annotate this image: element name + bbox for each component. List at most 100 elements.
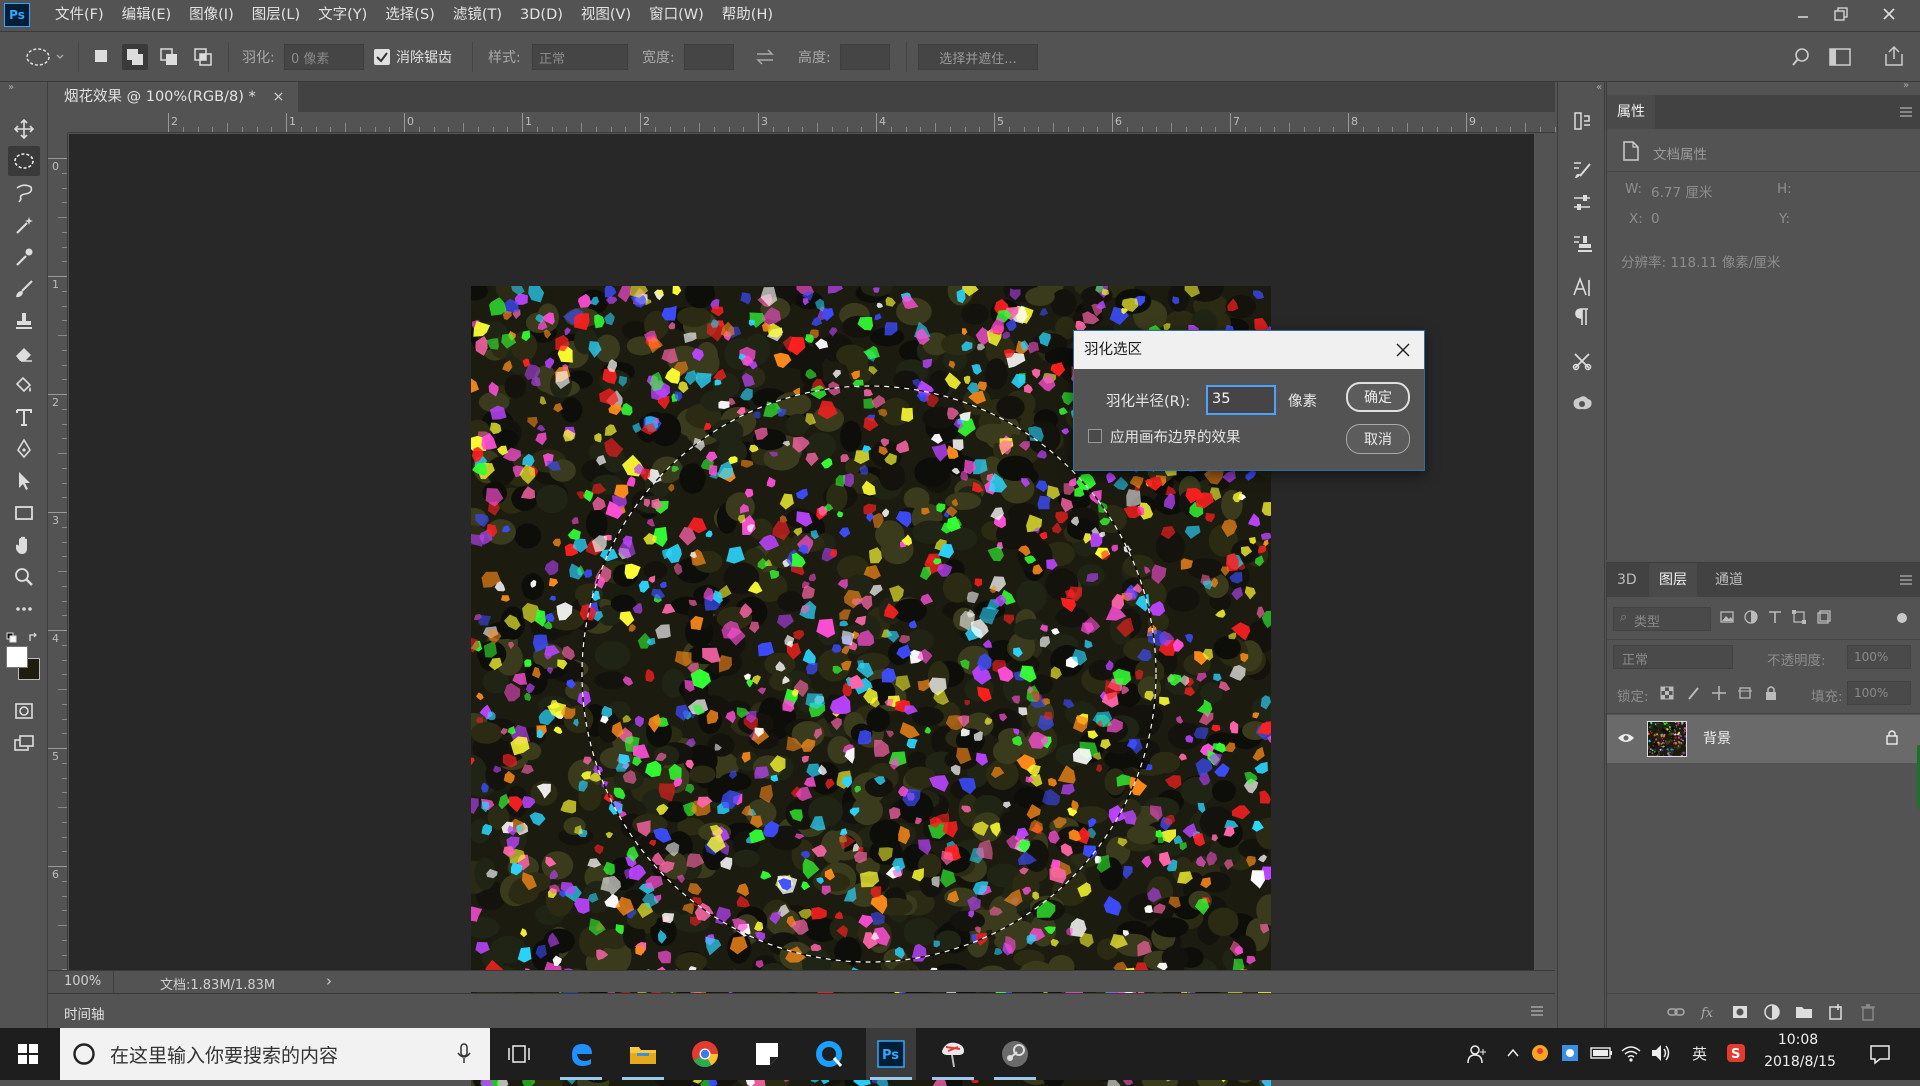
file-explorer-icon[interactable] xyxy=(618,1028,668,1080)
character-panel-icon[interactable] xyxy=(1566,272,1598,302)
wifi-icon[interactable] xyxy=(1620,1043,1642,1063)
clock-date[interactable]: 2018/8/15 xyxy=(1760,1054,1840,1070)
x-prop-value[interactable]: 0 xyxy=(1651,211,1660,227)
foreground-color-swatch[interactable] xyxy=(6,646,28,668)
chrome-icon[interactable] xyxy=(680,1028,730,1080)
new-group-icon[interactable] xyxy=(1795,1003,1813,1021)
taskbar-search-box[interactable]: 在这里输入你要搜索的内容 xyxy=(60,1028,490,1080)
fill-input[interactable]: 100% xyxy=(1847,681,1911,705)
paragraph-panel-icon[interactable] xyxy=(1566,302,1598,332)
close-icon[interactable] xyxy=(1866,0,1912,28)
action-center-icon[interactable] xyxy=(1868,1042,1892,1066)
filter-smart-object-icon[interactable] xyxy=(1815,609,1831,625)
menu-file[interactable]: 文件(F) xyxy=(46,0,113,31)
document-tab[interactable]: 烟花效果 @ 100%(RGB/8) * × xyxy=(50,82,298,112)
battery-icon[interactable] xyxy=(1590,1045,1614,1061)
adjustments-panel-icon[interactable] xyxy=(1566,188,1598,218)
tab-channels[interactable]: 通道 xyxy=(1705,563,1753,597)
microphone-icon[interactable] xyxy=(456,1042,472,1066)
collapse-strip-icon[interactable]: « xyxy=(1596,82,1602,93)
ok-button[interactable]: 确定 xyxy=(1346,382,1410,412)
menu-help[interactable]: 帮助(H) xyxy=(713,0,782,31)
lock-pixels-icon[interactable] xyxy=(1685,685,1701,701)
type-tool-icon[interactable] xyxy=(8,402,40,432)
eyedropper-tool-icon[interactable] xyxy=(8,242,40,272)
move-tool-icon[interactable] xyxy=(8,114,40,144)
elliptical-marquee-tool-icon[interactable] xyxy=(8,146,40,176)
menu-window[interactable]: 窗口(W) xyxy=(640,0,713,31)
swap-dimensions-icon[interactable] xyxy=(754,47,776,67)
magic-wand-tool-icon[interactable] xyxy=(8,210,40,240)
menu-edit[interactable]: 编辑(E) xyxy=(113,0,180,31)
antialias-checkbox[interactable] xyxy=(374,49,390,65)
rectangle-tool-icon[interactable] xyxy=(8,498,40,528)
task-view-icon[interactable] xyxy=(494,1028,544,1080)
steam-icon[interactable] xyxy=(990,1028,1040,1080)
link-layers-icon[interactable] xyxy=(1667,1003,1685,1021)
paint-bucket-tool-icon[interactable] xyxy=(8,370,40,400)
feather-radius-input[interactable]: 35 xyxy=(1206,385,1276,415)
apply-canvas-edges-checkbox[interactable] xyxy=(1088,429,1102,443)
share-icon[interactable] xyxy=(1882,44,1906,68)
lasso-tool-icon[interactable] xyxy=(8,178,40,208)
tray-app-icon-1[interactable] xyxy=(1530,1043,1550,1063)
collapse-icon[interactable]: » xyxy=(8,82,14,93)
elliptical-marquee-preset-icon[interactable] xyxy=(22,44,66,70)
photoshop-icon[interactable]: Ps xyxy=(866,1028,916,1080)
add-mask-icon[interactable] xyxy=(1731,1003,1749,1021)
tray-expand-icon[interactable] xyxy=(1506,1046,1520,1060)
zoom-tool-icon[interactable] xyxy=(8,562,40,592)
delete-layer-icon[interactable] xyxy=(1859,1003,1877,1021)
lock-position-icon[interactable] xyxy=(1711,685,1727,701)
new-selection-icon[interactable] xyxy=(92,47,110,65)
height-input[interactable] xyxy=(840,44,890,70)
history-panel-icon[interactable] xyxy=(1566,106,1598,136)
clone-source-panel-icon[interactable] xyxy=(1566,228,1598,258)
feather-input[interactable]: 0 像素 xyxy=(284,44,364,70)
zoom-level[interactable]: 100% xyxy=(64,974,101,989)
swap-colors-icon[interactable] xyxy=(28,632,40,644)
workspace-icon[interactable] xyxy=(1828,46,1852,68)
ime-indicator[interactable]: 英 xyxy=(1692,1043,1707,1064)
menu-image[interactable]: 图像(I) xyxy=(180,0,243,31)
menu-view[interactable]: 视图(V) xyxy=(572,0,640,31)
lock-transparent-icon[interactable] xyxy=(1659,685,1675,701)
dialog-titlebar[interactable]: 羽化选区 xyxy=(1074,331,1424,369)
status-menu-arrow[interactable]: › xyxy=(326,972,332,990)
tool-presets-panel-icon[interactable] xyxy=(1566,346,1598,376)
document-size[interactable]: 文档:1.83M/1.83M xyxy=(160,974,275,993)
lock-all-icon[interactable] xyxy=(1763,685,1779,701)
sogou-ime-icon[interactable]: S xyxy=(1726,1043,1746,1063)
clone-stamp-tool-icon[interactable] xyxy=(8,306,40,336)
menu-layer[interactable]: 图层(L) xyxy=(243,0,309,31)
screen-mode-icon[interactable] xyxy=(8,728,40,758)
properties-menu-icon[interactable] xyxy=(1899,107,1913,117)
intersect-selection-icon[interactable] xyxy=(190,44,216,70)
opacity-input[interactable]: 100% xyxy=(1847,645,1911,669)
menu-type[interactable]: 文字(Y) xyxy=(309,0,376,31)
libraries-panel-icon[interactable] xyxy=(1566,388,1598,418)
select-and-mask-button[interactable]: 选择并遮住... xyxy=(918,44,1038,70)
brush-tool-icon[interactable] xyxy=(8,274,40,304)
add-to-selection-icon[interactable] xyxy=(122,44,148,70)
path-selection-tool-icon[interactable] xyxy=(8,466,40,496)
restore-icon[interactable] xyxy=(1818,0,1864,28)
filter-adjustment-icon[interactable] xyxy=(1743,609,1759,625)
tab-close-icon[interactable]: × xyxy=(272,89,284,105)
hand-tool-icon[interactable] xyxy=(8,530,40,560)
people-icon[interactable] xyxy=(1466,1043,1488,1065)
layer-row[interactable]: 背景 xyxy=(1607,715,1920,763)
quick-mask-icon[interactable] xyxy=(8,696,40,726)
brush-settings-panel-icon[interactable] xyxy=(1566,154,1598,184)
style-select[interactable]: 正常 xyxy=(532,44,628,70)
filter-pixel-icon[interactable] xyxy=(1719,609,1735,625)
layer-name[interactable]: 背景 xyxy=(1703,728,1731,748)
filter-type-icon[interactable] xyxy=(1767,609,1783,625)
clock-time[interactable]: 10:08 xyxy=(1766,1032,1830,1048)
menu-filter[interactable]: 滤镜(T) xyxy=(444,0,511,31)
tab-3d[interactable]: 3D xyxy=(1607,563,1647,597)
more-tools-icon[interactable] xyxy=(8,594,40,624)
collapse-panels-icon[interactable]: » xyxy=(1903,80,1909,91)
edge-icon[interactable] xyxy=(556,1028,606,1080)
width-input[interactable] xyxy=(684,44,734,70)
